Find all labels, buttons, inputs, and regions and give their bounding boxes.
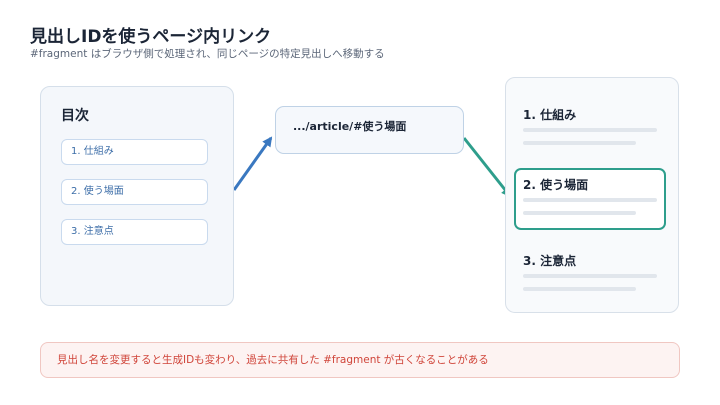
toc-link-cautions[interactable]: 3. 注意点 — [61, 219, 208, 245]
url-with-fragment: .../article/#使う場面 — [275, 106, 464, 154]
section-cautions: 3. 注意点 — [514, 244, 666, 306]
text-placeholder-line — [523, 211, 636, 215]
toc-heading: 目次 — [61, 108, 89, 124]
section-use-cases-highlighted: 2. 使う場面 — [514, 168, 666, 230]
text-placeholder-line — [523, 141, 636, 145]
section-heading: 3. 注意点 — [523, 254, 577, 268]
toc-panel: 目次 1. 仕組み 2. 使う場面 3. 注意点 — [40, 86, 234, 306]
section-mechanism: 1. 仕組み — [514, 98, 666, 160]
toc-link-use-cases[interactable]: 2. 使う場面 — [61, 179, 208, 205]
text-placeholder-line — [523, 128, 657, 132]
text-placeholder-line — [523, 198, 657, 202]
section-heading: 1. 仕組み — [523, 108, 577, 122]
toc-link-mechanism[interactable]: 1. 仕組み — [61, 139, 208, 165]
arrow-url-to-section — [462, 137, 512, 198]
text-placeholder-line — [523, 287, 636, 291]
warning-note: 見出し名を変更すると生成IDも変わり、過去に共有した #fragment が古く… — [40, 342, 680, 378]
arrow-toc-to-url — [232, 136, 273, 191]
article-page: 1. 仕組み 2. 使う場面 3. 注意点 — [505, 77, 679, 313]
section-heading: 2. 使う場面 — [523, 178, 589, 192]
text-placeholder-line — [523, 274, 657, 278]
